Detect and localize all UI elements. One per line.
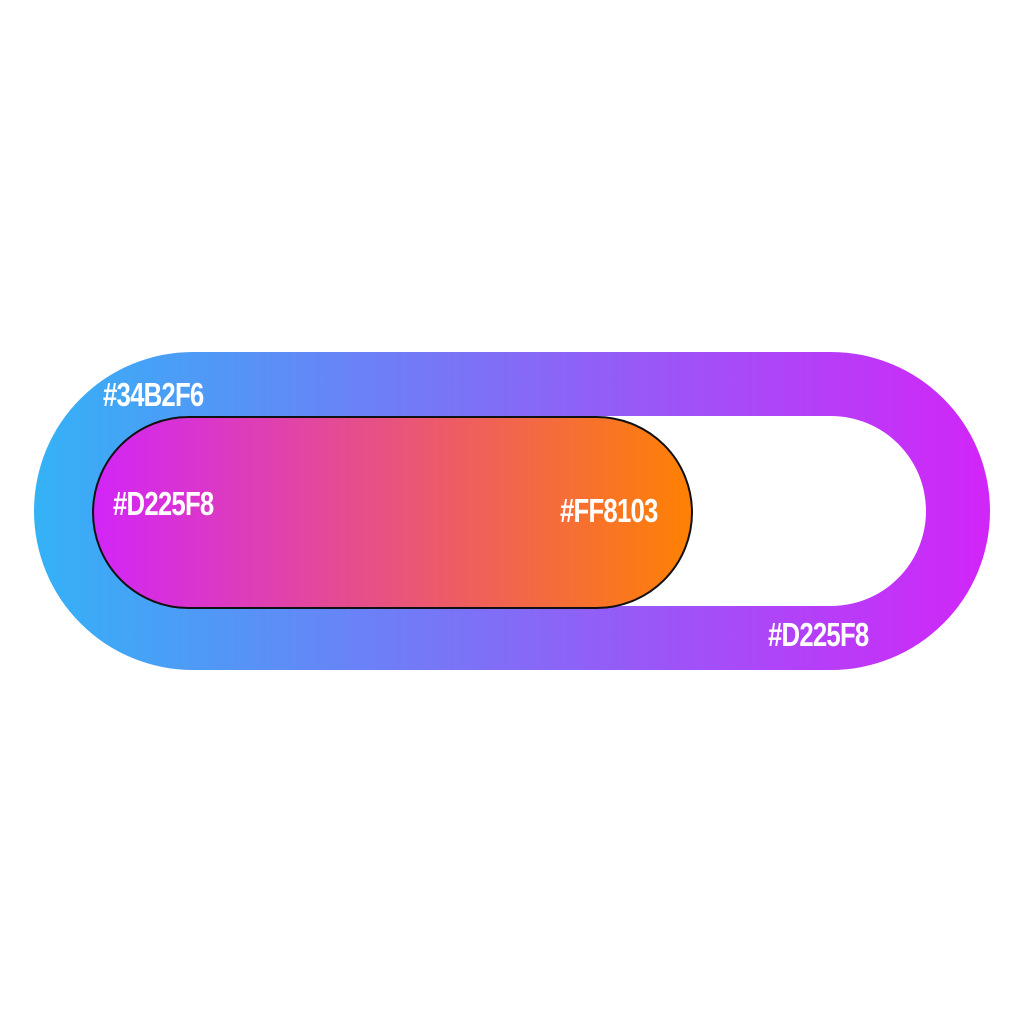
track-start-color-label: #34B2F6 [103, 376, 204, 413]
knob-end-color-label: #FF8103 [560, 492, 658, 529]
knob-start-color-label: #D225F8 [113, 485, 214, 522]
track-end-color-label: #D225F8 [768, 616, 869, 653]
